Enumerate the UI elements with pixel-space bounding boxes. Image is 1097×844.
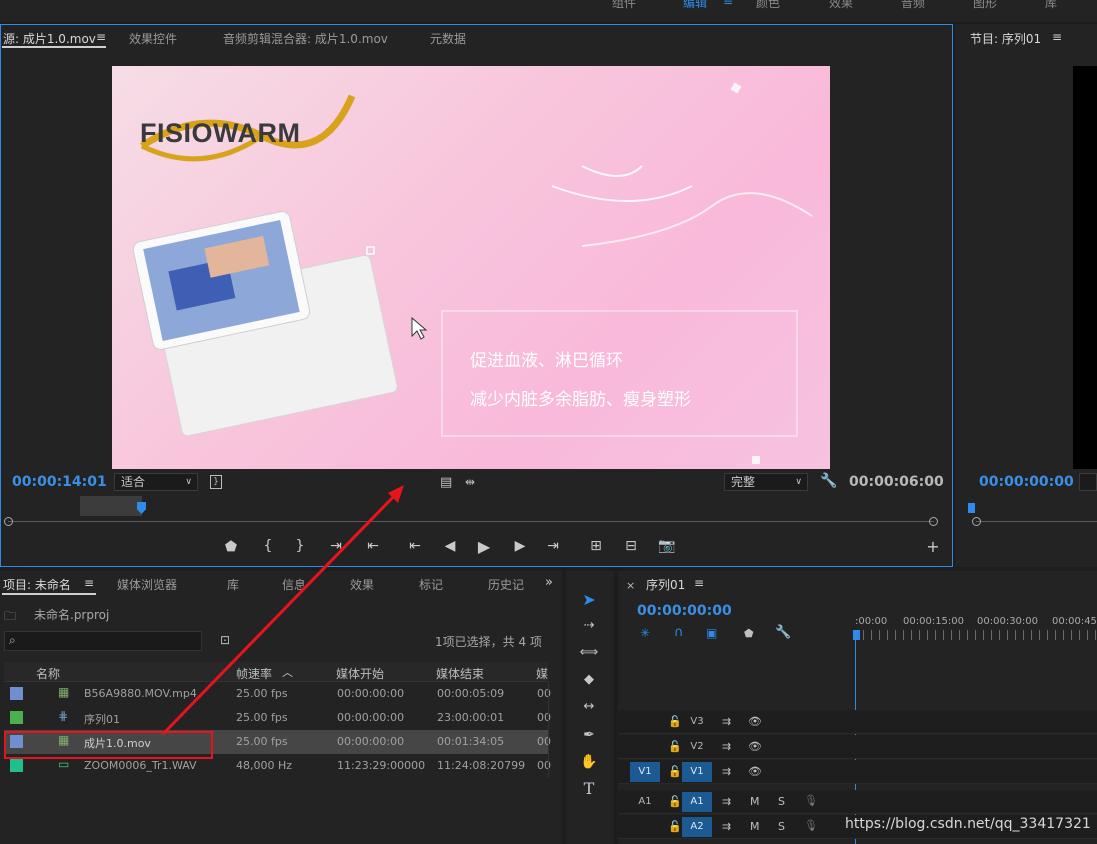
- mute-button[interactable]: M: [750, 820, 760, 833]
- track-label[interactable]: V3: [682, 712, 712, 732]
- ruler-label: 00:00:30:00: [977, 616, 1039, 627]
- timeline-settings-icon[interactable]: 🔧: [775, 625, 791, 640]
- sync-lock-icon[interactable]: ⇉: [722, 740, 731, 753]
- type-tool-icon[interactable]: T: [578, 778, 600, 800]
- ruler-label: 00:00:45:: [1052, 616, 1097, 627]
- panel-menu-icon[interactable]: ≡: [694, 576, 704, 590]
- lock-icon[interactable]: 🔓: [668, 795, 682, 808]
- eye-icon[interactable]: 👁: [748, 740, 762, 753]
- eye-icon[interactable]: 👁: [748, 765, 762, 778]
- eye-icon[interactable]: 👁: [748, 715, 762, 728]
- solo-button[interactable]: S: [778, 820, 785, 833]
- ruler-label: 00:00:15:00: [903, 616, 965, 627]
- ripple-edit-tool-icon[interactable]: ⟺: [578, 642, 600, 664]
- lock-icon[interactable]: 🔓: [668, 765, 682, 778]
- time-ruler[interactable]: [855, 630, 1097, 640]
- razor-tool-icon[interactable]: ◆: [578, 669, 600, 691]
- add-marker-timeline-icon[interactable]: ▣: [706, 626, 717, 640]
- lock-icon[interactable]: 🔓: [668, 820, 682, 833]
- ruler-label: :00:00: [855, 616, 888, 627]
- timeline-playhead[interactable]: [853, 630, 860, 640]
- marker-icon[interactable]: ⬟: [744, 627, 754, 640]
- sync-lock-icon[interactable]: ⇉: [722, 765, 731, 778]
- linked-selection-icon[interactable]: ∩: [674, 625, 684, 640]
- close-icon[interactable]: ×: [626, 579, 635, 592]
- selection-tool-icon[interactable]: ➤: [578, 589, 600, 611]
- mute-button[interactable]: M: [750, 795, 760, 808]
- source-patch-v1[interactable]: V1: [630, 762, 660, 782]
- track-a1[interactable]: A1 🔓 A1 ⇉ M S 🎙: [618, 790, 1097, 814]
- microphone-icon[interactable]: 🎙: [804, 819, 818, 832]
- microphone-icon[interactable]: 🎙: [804, 794, 818, 807]
- sync-lock-icon[interactable]: ⇉: [722, 795, 731, 808]
- watermark-text: https://blog.csdn.net/qq_33417321: [845, 816, 1091, 832]
- timeline-timecode[interactable]: 00:00:00:00: [637, 603, 732, 619]
- hand-tool-icon[interactable]: ✋: [578, 751, 600, 773]
- track-v3[interactable]: 🔓 V3 ⇉ 👁: [618, 710, 1097, 734]
- tab-sequence[interactable]: 序列01: [646, 576, 685, 593]
- lock-icon[interactable]: 🔓: [668, 715, 682, 728]
- track-select-tool-icon[interactable]: ⇢: [578, 615, 600, 637]
- track-v2[interactable]: 🔓 V2 ⇉ 👁: [618, 735, 1097, 759]
- track-v1[interactable]: V1 🔓 V1 ⇉ 👁: [618, 760, 1097, 784]
- snap-icon[interactable]: ✳: [640, 626, 650, 640]
- solo-button[interactable]: S: [778, 795, 785, 808]
- track-label[interactable]: V1: [682, 762, 712, 782]
- slip-tool-icon[interactable]: ↔: [578, 696, 600, 718]
- sync-lock-icon[interactable]: ⇉: [722, 715, 731, 728]
- track-label[interactable]: A2: [682, 817, 712, 837]
- source-patch-a1[interactable]: A1: [630, 792, 660, 812]
- lock-icon[interactable]: 🔓: [668, 740, 682, 753]
- pen-tool-icon[interactable]: ✒: [578, 724, 600, 746]
- sync-lock-icon[interactable]: ⇉: [722, 820, 731, 833]
- track-label[interactable]: V2: [682, 737, 712, 757]
- track-label[interactable]: A1: [682, 792, 712, 812]
